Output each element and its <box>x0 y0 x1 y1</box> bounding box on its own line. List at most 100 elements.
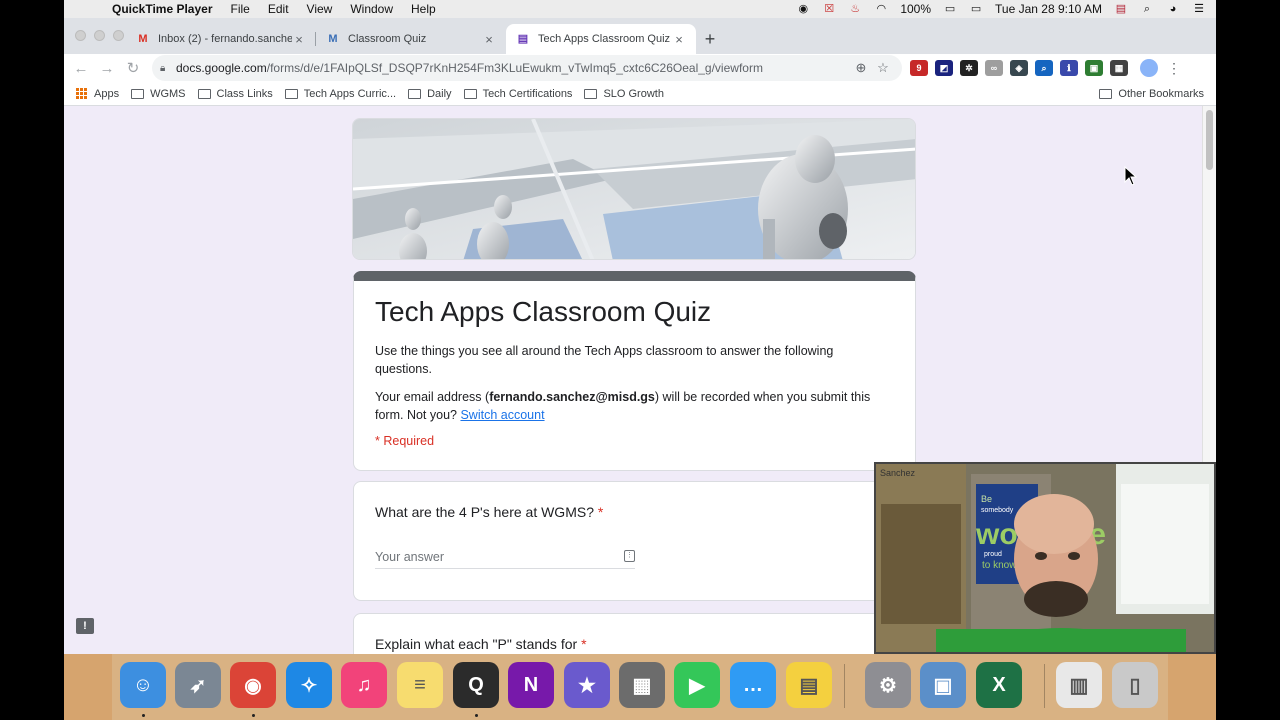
dock-separator <box>844 664 845 708</box>
running-indicator <box>252 714 255 717</box>
chrome-menu-icon[interactable]: ⋮ <box>1164 60 1184 77</box>
menu-app-name[interactable]: QuickTime Player <box>112 2 213 16</box>
folder-icon <box>463 88 477 99</box>
preview-icon[interactable]: ▣ <box>920 662 966 708</box>
nameplate-text: Sanchez <box>880 468 916 478</box>
mouse-cursor-icon <box>1124 166 1138 186</box>
zoom-icon[interactable]: ⊕ <box>850 60 872 76</box>
extension-search-icon[interactable]: ⌕ <box>1035 60 1053 76</box>
facetime-icon[interactable]: ▶ <box>674 662 720 708</box>
menu-file[interactable]: File <box>231 2 250 16</box>
bookmark-label: WGMS <box>150 87 186 100</box>
bookmark-apps[interactable]: Apps <box>76 87 119 100</box>
macos-dock: ☺ ➶ ◉ ✧ ♫ ≡ Q N ★ ▦ ▶… ▤ ⚙ ▣ X ▥ ▯ <box>64 654 1216 720</box>
back-arrow-icon[interactable]: ← <box>68 60 94 77</box>
tab-gmail-inbox[interactable]: M Inbox (2) - fernando.sanchez@ × <box>126 24 316 54</box>
profile-avatar-icon[interactable] <box>1140 59 1158 77</box>
user-icon[interactable]: ◕ <box>1166 3 1180 15</box>
macos-menubar: QuickTime Player File Edit View Window H… <box>64 0 1216 18</box>
menu-view[interactable]: View <box>307 2 333 16</box>
flag-icon[interactable]: ▤ <box>1114 3 1128 15</box>
reload-icon[interactable]: ↻ <box>120 59 146 77</box>
itunes-icon[interactable]: ♫ <box>341 662 387 708</box>
launchpad-icon[interactable]: ➶ <box>175 662 221 708</box>
record-icon[interactable]: ◉ <box>796 3 810 15</box>
url-path: /forms/d/e/1FAIpQLSf_DSQP7rKnH254Fm3KLuE… <box>266 61 763 75</box>
imovie-icon[interactable]: ★ <box>564 662 610 708</box>
airplay-icon[interactable]: ▭ <box>969 3 983 15</box>
extensions-bar: 9 ◩ ✲ ∞ ◈ ⌕ ℹ ▣ ▦ <box>910 60 1128 76</box>
google-forms-icon: ▤ <box>517 33 529 45</box>
bookmark-folder-class-links[interactable]: Class Links <box>197 88 273 100</box>
feedback-icon[interactable]: ! <box>76 618 94 634</box>
excel-icon[interactable]: X <box>976 662 1022 708</box>
tab-label: Tech Apps Classroom Quiz <box>538 33 671 45</box>
bookmark-folder-tech-apps-curric[interactable]: Tech Apps Curric... <box>284 88 396 100</box>
webcam-video-frame: Be somebody would be proud to know. Sanc… <box>876 464 1214 652</box>
extension-qr-icon[interactable]: ▦ <box>1110 60 1128 76</box>
calculator-icon[interactable]: ▦ <box>619 662 665 708</box>
bookmark-folder-daily[interactable]: Daily <box>408 87 452 100</box>
poster-text-would-be: proud <box>984 551 1002 558</box>
bookmark-label: Tech Certifications <box>482 87 573 100</box>
close-tab-icon[interactable]: × <box>482 32 496 47</box>
chrome-icon[interactable]: ◉ <box>230 662 276 708</box>
onenote-icon[interactable]: N <box>508 662 554 708</box>
url-text[interactable]: docs.google.com/forms/d/e/1FAIpQLSf_DSQP… <box>176 61 850 75</box>
poster-text-be: Be <box>981 494 992 504</box>
tab-strip: M Inbox (2) - fernando.sanchez@ × M Clas… <box>64 18 1216 54</box>
new-tab-button[interactable]: + <box>696 24 724 54</box>
switch-account-link[interactable]: Switch account <box>460 408 544 422</box>
spotlight-search-icon[interactable]: ⌕ <box>1140 3 1154 15</box>
menu-edit[interactable]: Edit <box>268 2 289 16</box>
wifi-icon[interactable]: ◠ <box>874 3 888 15</box>
bookmark-other-bookmarks[interactable]: Other Bookmarks <box>1099 88 1204 100</box>
quicktime-icon[interactable]: Q <box>453 662 499 708</box>
scrollbar-thumb[interactable] <box>1206 110 1213 170</box>
bookmark-folder-slo-growth[interactable]: SLO Growth <box>584 88 664 100</box>
form-title: Tech Apps Classroom Quiz <box>375 296 712 327</box>
trash-icon[interactable]: ▯ <box>1112 662 1158 708</box>
answer-input[interactable]: Your answer ⋮ <box>375 550 635 569</box>
running-indicator <box>475 714 478 717</box>
menu-help[interactable]: Help <box>411 2 436 16</box>
messages-icon[interactable]: … <box>730 662 776 708</box>
question-card: Explain what each "P" stands for * <box>353 613 916 654</box>
zoom-window-button[interactable] <box>113 30 124 41</box>
forward-arrow-icon[interactable]: → <box>94 60 120 77</box>
chrome-apps-icon[interactable]: ▥ <box>1056 662 1102 708</box>
extension-pin-icon[interactable]: ◈ <box>1010 60 1028 76</box>
bookmark-folder-tech-certifications[interactable]: Tech Certifications <box>463 87 573 100</box>
extension-green-icon[interactable]: ▣ <box>1085 60 1103 76</box>
battery-icon[interactable]: ▭ <box>943 3 957 15</box>
minimize-window-button[interactable] <box>94 30 105 41</box>
lock-icon[interactable]: 🔒︎ <box>160 63 176 74</box>
finder-icon[interactable]: ☺ <box>120 662 166 708</box>
extension-screencast-icon[interactable]: ◩ <box>935 60 953 76</box>
question-title: Explain what each "P" stands for * <box>375 636 894 652</box>
safari-icon[interactable]: ✧ <box>286 662 332 708</box>
bookmark-star-icon[interactable]: ☆ <box>872 60 894 76</box>
bookmark-folder-wgms[interactable]: WGMS <box>131 87 186 100</box>
tab-tech-apps-quiz[interactable]: ▤ Tech Apps Classroom Quiz × <box>506 24 696 54</box>
address-bar[interactable]: 🔒︎ docs.google.com/forms/d/e/1FAIpQLSf_D… <box>152 55 902 81</box>
bookmark-label: Daily <box>427 87 452 100</box>
menu-window[interactable]: Window <box>350 2 393 16</box>
extension-calendar-icon[interactable]: 9 <box>910 60 928 76</box>
close-tab-icon[interactable]: × <box>292 32 306 47</box>
system-preferences-icon[interactable]: ⚙ <box>865 662 911 708</box>
stickies-icon[interactable]: ▤ <box>786 662 832 708</box>
close-box-icon[interactable]: ☒ <box>822 3 836 15</box>
clock[interactable]: Tue Jan 28 9:10 AM <box>995 2 1102 16</box>
keyboard-icon[interactable]: ⋮ <box>624 550 635 562</box>
notification-center-icon[interactable]: ☰ <box>1192 3 1206 15</box>
extension-immersive-reader-icon[interactable]: ℹ <box>1060 60 1078 76</box>
close-tab-icon[interactable]: × <box>672 32 686 47</box>
dock-separator <box>1044 664 1045 708</box>
extension-link-icon[interactable]: ∞ <box>985 60 1003 76</box>
tab-classroom-quiz[interactable]: M Classroom Quiz × <box>316 24 506 54</box>
close-window-button[interactable] <box>75 30 86 41</box>
extension-loom-icon[interactable]: ✲ <box>960 60 978 76</box>
flame-icon[interactable]: ♨ <box>848 3 862 15</box>
notes-icon[interactable]: ≡ <box>397 662 443 708</box>
